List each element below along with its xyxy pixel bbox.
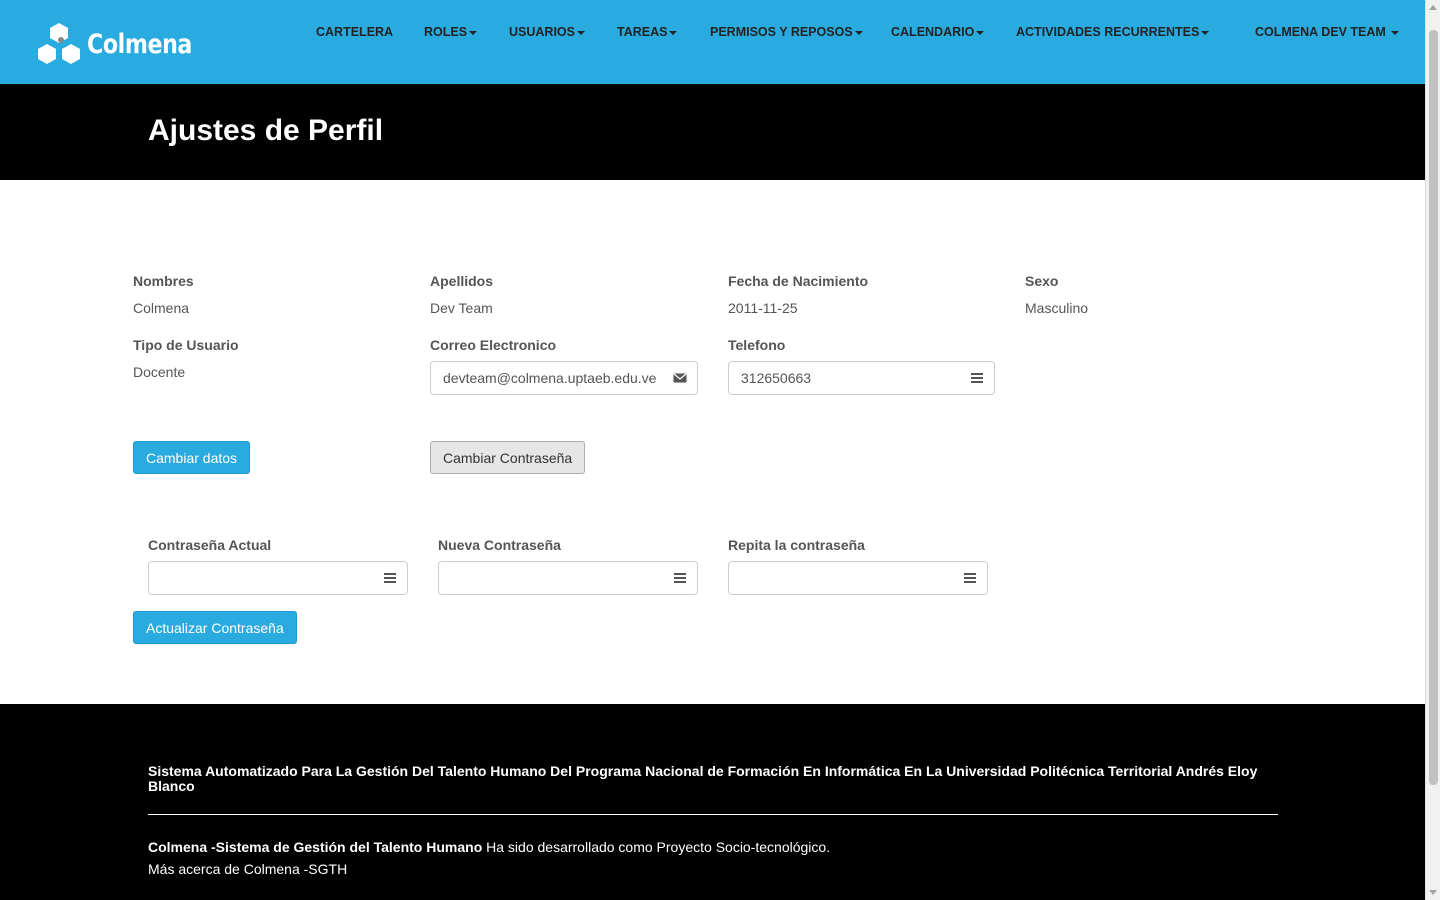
nav-label: CALENDARIO [891,25,975,39]
nav-cartelera[interactable]: CARTELERA [316,25,393,39]
nav-label: USUARIOS [509,25,575,39]
contrasena-actual-label: Contraseña Actual [148,537,272,553]
nombres-value: Colmena [133,300,190,316]
cambiar-datos-button[interactable]: Cambiar datos [133,441,251,474]
list-icon [964,573,976,583]
repeat-password-wrapper [728,561,988,595]
colmena-logo-icon [38,23,80,64]
nav-user-menu[interactable]: COLMENA DEV TEAM [1255,25,1400,39]
brand-logo-link[interactable]: Colmena [35,22,215,66]
nav-label: ACTIVIDADES RECURRENTES [1016,25,1200,39]
current-password-wrapper [148,561,408,595]
cambiar-contrasena-button[interactable]: Cambiar Contraseña [430,441,586,474]
nombres-label: Nombres [133,273,194,289]
scroll-up-arrow-icon[interactable] [1429,5,1437,10]
footer: Sistema Automatizado Para La Gestión Del… [0,704,1425,900]
nav-actividades-recurrentes[interactable]: ACTIVIDADES RECURRENTES [1016,25,1210,39]
phone-field-wrapper [728,361,995,395]
scroll-down-arrow-icon[interactable] [1429,890,1437,895]
fecha-nacimiento-value: 2011-11-25 [728,300,798,316]
caret-down-icon [576,30,585,35]
current-password-field[interactable] [161,562,376,594]
nav-label: CARTELERA [316,25,394,39]
email-field-wrapper [430,361,698,395]
footer-heading: Sistema Automatizado Para La Gestión Del… [148,763,1258,794]
caret-down-icon [1201,30,1210,35]
brand-name: Colmena [87,28,192,60]
sexo-label: Sexo [1025,273,1059,289]
telefono-label: Telefono [728,337,786,353]
tipo-usuario-label: Tipo de Usuario [133,337,239,353]
footer-description-text: Ha sido desarrollado como Proyecto Socio… [482,839,831,855]
caret-down-icon [854,30,863,35]
page-scrollbar[interactable] [1425,0,1440,900]
new-password-field[interactable] [451,562,666,594]
nav-permisos-reposos[interactable]: PERMISOS Y REPOSOS [710,25,863,39]
caret-down-icon [669,30,678,35]
list-icon [674,573,686,583]
nav-tareas[interactable]: TAREAS [617,25,678,39]
list-icon [971,373,983,383]
repita-contrasena-label: Repita la contraseña [728,537,865,553]
footer-divider [148,814,1278,815]
repeat-password-field[interactable] [741,562,956,594]
nav-label: TAREAS [617,25,668,39]
caret-down-icon [1391,30,1400,35]
tipo-usuario-value: Docente [133,364,186,380]
page-title: Ajustes de Perfil [148,114,384,147]
nav-calendario[interactable]: CALENDARIO [891,25,985,39]
email-field[interactable] [443,362,665,394]
user-menu-label: COLMENA DEV TEAM [1255,25,1386,39]
nav-label: PERMISOS Y REPOSOS [710,25,853,39]
sexo-value: Masculino [1025,300,1089,316]
top-navbar: Colmena CARTELERA ROLES USUARIOS TAREAS … [0,0,1425,84]
actualizar-contrasena-button[interactable]: Actualizar Contraseña [133,611,297,644]
nav-roles[interactable]: ROLES [424,25,478,39]
caret-down-icon [469,30,478,35]
apellidos-label: Apellidos [430,273,494,289]
envelope-icon [673,373,687,383]
apellidos-value: Dev Team [430,300,493,316]
scrollbar-thumb[interactable] [1429,30,1438,785]
footer-system-name: Colmena -Sistema de Gestión del Talento … [148,839,483,855]
fecha-nacimiento-label: Fecha de Nacimiento [728,273,869,289]
caret-down-icon [976,30,985,35]
phone-field[interactable] [741,362,963,394]
nav-label: ROLES [424,25,468,39]
footer-more-about-link[interactable]: Más acerca de Colmena -SGTH [148,861,347,877]
list-icon [384,573,396,583]
nueva-contrasena-label: Nueva Contraseña [438,537,561,553]
nav-usuarios[interactable]: USUARIOS [509,25,585,39]
correo-label: Correo Electronico [430,337,557,353]
new-password-wrapper [438,561,698,595]
footer-description: Colmena -Sistema de Gestión del Talento … [148,839,830,855]
page-header: Ajustes de Perfil [0,84,1425,180]
